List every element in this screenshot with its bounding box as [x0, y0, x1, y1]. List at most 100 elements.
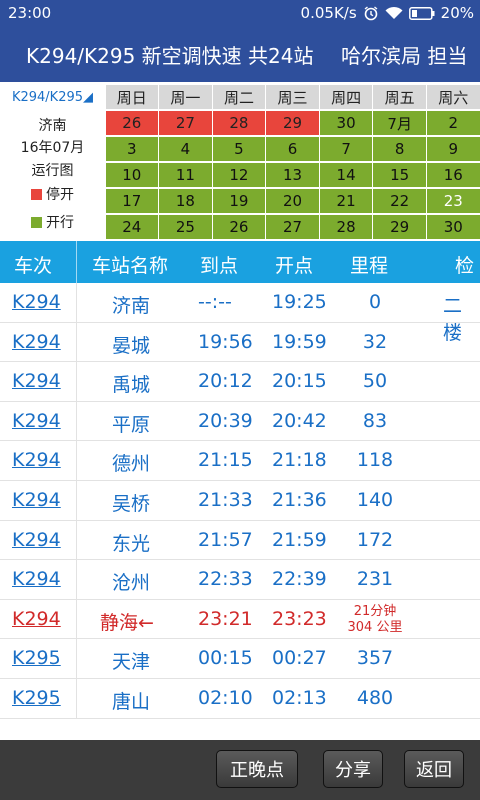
calendar-label: 运行图	[31, 163, 74, 179]
bottom-bar: 正晚点 分享 返回	[0, 740, 480, 800]
remaining-distance: 304 公里	[347, 619, 403, 635]
station-name: 静海←	[100, 611, 154, 634]
train-number-link[interactable]: K295	[12, 647, 61, 669]
column-divider	[76, 678, 77, 718]
mileage: 32	[362, 330, 388, 353]
share-button[interactable]: 分享	[323, 750, 383, 788]
calendar-day[interactable]: 27	[159, 111, 212, 135]
legend-stop-swatch	[31, 189, 42, 200]
calendar-day[interactable]: 23	[426, 189, 480, 213]
column-divider	[76, 560, 77, 599]
depart-time: 22:39	[272, 568, 327, 591]
depart-time: 00:27	[272, 647, 327, 670]
calendar-day[interactable]: 21	[319, 189, 373, 213]
arrive-time: 19:56	[198, 330, 253, 353]
calendar-day[interactable]: 26	[105, 111, 159, 135]
table-header: 车次 车站名称 到点 开点 里程 检票	[0, 241, 480, 304]
train-number-link[interactable]: K294	[12, 608, 61, 630]
table-row[interactable]: K294 静海← 23:21 23:23 21分钟 304 公里	[0, 599, 480, 640]
bureau-label: 哈尔滨局 担当	[341, 43, 468, 68]
calendar-day[interactable]: 19	[212, 189, 266, 213]
calendar-day[interactable]: 20	[266, 189, 319, 213]
train-number-link[interactable]: K294	[12, 331, 61, 353]
mileage: 83	[362, 409, 388, 432]
calendar-weekday-row: 周日 周一 周二 周三 周四 周五 周六	[105, 84, 480, 110]
calendar-day[interactable]: 7	[319, 137, 373, 161]
train-number-link[interactable]: K294	[12, 410, 61, 432]
train-number-link[interactable]: K294	[12, 568, 61, 590]
station-name: 天津	[112, 651, 151, 674]
calendar-day[interactable]: 29	[266, 111, 319, 135]
train-number-link[interactable]: K294	[12, 370, 61, 392]
column-divider	[76, 520, 77, 560]
calendar-day[interactable]: 22	[373, 189, 426, 213]
table-row[interactable]: K294 德州 21:15 21:18 118	[0, 441, 480, 481]
calendar-day[interactable]: 14	[319, 163, 373, 187]
station-name: 平原	[112, 413, 151, 436]
calendar-day[interactable]: 17	[105, 189, 159, 213]
column-divider	[76, 441, 77, 480]
calendar-day[interactable]: 25	[159, 215, 212, 239]
mileage-cell: 21分钟 304 公里	[333, 604, 417, 636]
mileage: 0	[368, 291, 382, 313]
calendar-day[interactable]: 30	[319, 111, 373, 135]
calendar-day[interactable]: 29	[373, 215, 426, 239]
table-row[interactable]: K294 禹城 20:12 20:15 50	[0, 362, 480, 402]
table-row[interactable]: K294 东光 21:57 21:59 172	[0, 520, 480, 561]
station-name: 济南	[112, 295, 151, 317]
calendar-day[interactable]: 18	[159, 189, 212, 213]
table-row[interactable]: K294 沧州 22:33 22:39 231	[0, 560, 480, 600]
column-divider	[76, 480, 77, 520]
table-row[interactable]: K295 天津 00:15 00:27 357	[0, 639, 480, 679]
calendar-day[interactable]: 8	[373, 137, 426, 161]
calendar-day[interactable]: 16	[426, 163, 480, 187]
back-button[interactable]: 返回	[404, 750, 464, 788]
calendar-day[interactable]: 28	[319, 215, 373, 239]
calendar-week-row: 10 11 12 13 14 15 16	[105, 162, 480, 188]
calendar-month: 16年07月	[20, 140, 85, 156]
calendar-day[interactable]: 15	[373, 163, 426, 187]
arrive-time: 20:39	[198, 409, 253, 432]
header-depart: 开点	[275, 255, 314, 277]
column-divider	[76, 322, 77, 362]
train-number-link[interactable]: K294	[12, 529, 61, 551]
calendar-day[interactable]: 4	[159, 137, 212, 161]
calendar-day[interactable]: 28	[212, 111, 266, 135]
calendar-day[interactable]: 24	[105, 215, 159, 239]
train-number-link[interactable]: K295	[12, 687, 61, 709]
arrive-time: 23:21	[198, 607, 253, 630]
arrive-time: 20:12	[198, 370, 253, 393]
table-row[interactable]: K294 济南 --:-- 19:25 0 二楼	[0, 283, 480, 344]
calendar-day[interactable]: 9	[426, 137, 480, 161]
header-train: 车次	[14, 255, 53, 277]
calendar-day[interactable]: 12	[212, 163, 266, 187]
calendar-weekday: 周日	[105, 85, 159, 109]
train-selector[interactable]: K294/K295◢	[0, 90, 105, 105]
table-row[interactable]: K294 晏城 19:56 19:59 32	[0, 322, 480, 363]
table-row[interactable]: K295 唐山 02:10 02:13 480	[0, 678, 480, 719]
header-station: 车站名称	[92, 255, 169, 277]
arrive-time: 21:57	[198, 528, 253, 551]
calendar-day[interactable]: 27	[266, 215, 319, 239]
calendar-day[interactable]: 13	[266, 163, 319, 187]
column-divider	[76, 599, 77, 639]
table-row[interactable]: K294 吴桥 21:33 21:36 140	[0, 480, 480, 521]
calendar-week-row: 24 25 26 27 28 29 30	[105, 214, 480, 240]
calendar-day[interactable]: 11	[159, 163, 212, 187]
arrive-time: 22:33	[198, 568, 253, 591]
calendar-day[interactable]: 10	[105, 163, 159, 187]
train-number-link[interactable]: K294	[12, 291, 61, 313]
calendar-day[interactable]: 6	[266, 137, 319, 161]
calendar-day[interactable]: 30	[426, 215, 480, 239]
calendar-week-row: 26 27 28 29 30 7月 2	[105, 110, 480, 136]
calendar-day[interactable]: 26	[212, 215, 266, 239]
train-number-link[interactable]: K294	[12, 489, 61, 511]
delay-button[interactable]: 正晚点	[216, 750, 298, 788]
calendar-day[interactable]: 7月	[373, 111, 426, 135]
depart-time: 20:42	[272, 409, 327, 432]
calendar-day[interactable]: 3	[105, 137, 159, 161]
calendar-day[interactable]: 2	[426, 111, 480, 135]
calendar-day[interactable]: 5	[212, 137, 266, 161]
table-row[interactable]: K294 平原 20:39 20:42 83	[0, 401, 480, 442]
train-number-link[interactable]: K294	[12, 449, 61, 471]
